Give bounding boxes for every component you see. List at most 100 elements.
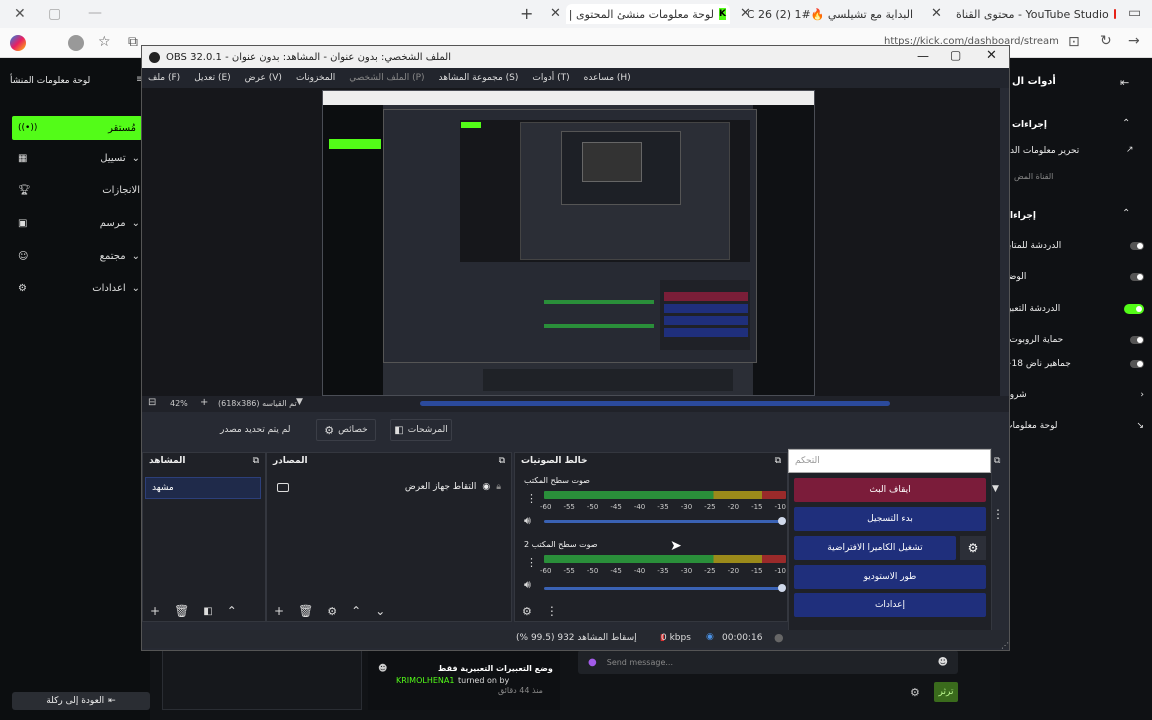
- toggle-switch[interactable]: [1130, 273, 1144, 281]
- close-window-icon[interactable]: ✕: [14, 6, 26, 22]
- advanced-audio-icon[interactable]: ⚙: [522, 605, 532, 618]
- menu-docks[interactable]: المخزونات: [296, 73, 335, 83]
- sidebar-item-stream[interactable]: ((•)) مُستقر: [12, 116, 142, 140]
- menu-file[interactable]: ملف (F): [148, 73, 180, 83]
- undock-icon[interactable]: ⧉: [994, 456, 1000, 466]
- obs-logo-icon: [149, 51, 160, 63]
- close-icon[interactable]: ✕: [986, 48, 997, 63]
- toggle-slow-mode[interactable]: الوضع: [1004, 267, 1144, 287]
- undock-icon[interactable]: ⧉: [253, 456, 259, 466]
- speaker-icon[interactable]: 🔊︎: [524, 514, 531, 528]
- undock-icon[interactable]: ⧉: [499, 456, 505, 466]
- menu-view[interactable]: عرض (V): [245, 73, 282, 83]
- emoji-picker-icon[interactable]: ☻: [938, 657, 948, 668]
- add-icon[interactable]: +: [274, 604, 284, 618]
- close-tab-icon[interactable]: ✕: [550, 6, 561, 21]
- toggle-switch[interactable]: [1130, 336, 1144, 344]
- profile-avatar-icon[interactable]: [68, 35, 84, 51]
- channel-menu-icon[interactable]: ⋮: [526, 492, 537, 505]
- toggle-followers-chat[interactable]: الدردشة للمتابع: [1004, 236, 1144, 256]
- restore-window-icon[interactable]: ▢: [48, 6, 61, 22]
- chat-settings-icon[interactable]: ⚙: [910, 686, 920, 699]
- new-tab-icon[interactable]: +: [520, 4, 533, 23]
- tab-search-icon[interactable]: ▭: [1128, 5, 1141, 21]
- minimize-icon[interactable]: —: [917, 49, 929, 63]
- install-app-icon[interactable]: ⊡: [1068, 34, 1080, 50]
- toggle-switch[interactable]: [1130, 242, 1144, 250]
- tab-youtube-fc26[interactable]: FC 26 (2) البداية مع تشيلسي 🔥#1: [748, 4, 918, 24]
- zoom-in-icon[interactable]: +: [200, 397, 208, 408]
- trash-icon[interactable]: 🗑︎: [174, 604, 189, 618]
- mixer-menu-icon[interactable]: ⋮: [546, 604, 558, 618]
- menu-scene-collection[interactable]: مجموعة المشاهد (S): [439, 73, 519, 83]
- properties-button[interactable]: ⚙ خصائص: [316, 419, 376, 441]
- scenes-footer: + 🗑︎ ◧ ⌃: [142, 602, 266, 620]
- toggle-switch[interactable]: [1124, 304, 1144, 314]
- back-to-kick-button[interactable]: العودة إلى ركلة ⇤: [12, 692, 150, 710]
- sidebar-item-achievements[interactable]: 🏆︎ الانجازات: [10, 179, 140, 201]
- toggle-emote-chat[interactable]: الدردشة التعبير: [1004, 299, 1144, 319]
- external-link-icon[interactable]: ↗: [1126, 145, 1134, 155]
- chevron-up-icon[interactable]: ⌃: [351, 604, 361, 618]
- sidebar-item-community[interactable]: ☺ مجتمع ⌄: [10, 245, 140, 267]
- virtual-camera-settings-icon[interactable]: ⚙: [960, 536, 986, 560]
- zoom-dropdown-icon[interactable]: ▼: [296, 397, 303, 407]
- volume-slider-2[interactable]: [544, 584, 786, 592]
- undock-icon[interactable]: ⧉: [775, 456, 781, 466]
- menu-profile[interactable]: الملف الشخصي (P): [349, 73, 424, 83]
- chevron-down-icon[interactable]: ⌄: [375, 604, 385, 618]
- tab-kick-dashboard[interactable]: لوحة معلومات منشئ المحتوى | ركـ K: [566, 4, 730, 24]
- chevron-up-icon[interactable]: ⌃: [227, 604, 237, 618]
- filter-icon[interactable]: ◧: [203, 606, 212, 617]
- favorites-icon[interactable]: ☆: [98, 34, 111, 50]
- studio-mode-button[interactable]: طور الاستوديو: [794, 565, 986, 589]
- menu-help[interactable]: مساعده (H): [584, 73, 631, 83]
- chevron-up-icon[interactable]: ⌃: [1122, 208, 1130, 219]
- tab-youtube-studio[interactable]: محتوى القناة - YouTube Studio: [956, 4, 1116, 24]
- extensions-icon[interactable]: ⧉: [128, 34, 138, 50]
- stop-stream-button[interactable]: ايقاف البث: [794, 478, 986, 502]
- zoom-out-icon[interactable]: ⊟: [148, 397, 156, 408]
- resize-grip-icon[interactable]: ⋰: [1001, 641, 1009, 650]
- preview-scrollbar[interactable]: [420, 401, 890, 406]
- lock-icon[interactable]: 🔒︎: [496, 482, 501, 492]
- copilot-icon[interactable]: [10, 35, 26, 51]
- filters-button[interactable]: ◧ المرشحات: [390, 419, 452, 441]
- reload-icon[interactable]: ↻: [1100, 33, 1112, 49]
- volume-slider-1[interactable]: [544, 517, 786, 525]
- settings-button[interactable]: إعدادات: [794, 593, 986, 617]
- controls-menu-icon[interactable]: ⋮: [992, 507, 1004, 521]
- menu-edit[interactable]: تعديل (E): [194, 73, 230, 83]
- trash-icon[interactable]: 🗑︎: [298, 604, 313, 618]
- add-icon[interactable]: +: [150, 604, 160, 618]
- minimize-window-icon[interactable]: —: [88, 5, 102, 21]
- sidebar-item-canvas[interactable]: ▣ مرسم ⌄: [10, 212, 140, 234]
- source-item[interactable]: التقاط جهاز العرض ◉ 🔒︎: [267, 477, 511, 497]
- edit-stream-info-link[interactable]: تحرير معلومات الد: [1010, 146, 1079, 156]
- chat-send-button[interactable]: ترثر: [934, 682, 958, 702]
- chat-message-input[interactable]: ● Send message... ☻: [578, 650, 958, 674]
- rules-link[interactable]: شروح ›: [1004, 385, 1144, 405]
- chevron-down-icon[interactable]: ▼: [992, 484, 999, 494]
- controls-title-field[interactable]: التحكم: [788, 449, 991, 473]
- menu-tools[interactable]: أدوات (T): [532, 73, 569, 83]
- channel-menu-icon[interactable]: ⋮: [526, 556, 537, 569]
- forward-icon[interactable]: →: [1128, 33, 1140, 49]
- speaker-icon[interactable]: 🔊︎: [524, 578, 531, 592]
- close-tab-icon[interactable]: ✕: [740, 6, 751, 21]
- toggle-switch[interactable]: [1130, 360, 1144, 368]
- toggle-bot-protection[interactable]: حماية الروبوت ا: [1004, 330, 1144, 350]
- gear-icon[interactable]: ⚙: [327, 605, 337, 618]
- toggle-mature-audience[interactable]: +18 جماهير ناض: [1004, 354, 1144, 374]
- scene-item[interactable]: مشهد: [145, 477, 261, 499]
- close-tab-icon[interactable]: ✕: [931, 6, 942, 21]
- sidebar-item-settings[interactable]: ⚙ اعدادات ⌄: [10, 277, 140, 299]
- dashboard-link[interactable]: لوحة معلومات ↘: [1004, 416, 1144, 436]
- eye-icon[interactable]: ◉: [482, 482, 490, 492]
- start-recording-button[interactable]: بدء التسجيل: [794, 507, 986, 531]
- maximize-icon[interactable]: ▢: [950, 48, 961, 62]
- start-virtual-camera-button[interactable]: تشغيل الكاميرا الافتراضية: [794, 536, 956, 560]
- collapse-panel-icon[interactable]: ⇤: [1120, 76, 1129, 89]
- sidebar-item-monetization[interactable]: ▦ تسييل ⌄: [10, 147, 140, 169]
- chevron-up-icon[interactable]: ⌃: [1122, 118, 1130, 129]
